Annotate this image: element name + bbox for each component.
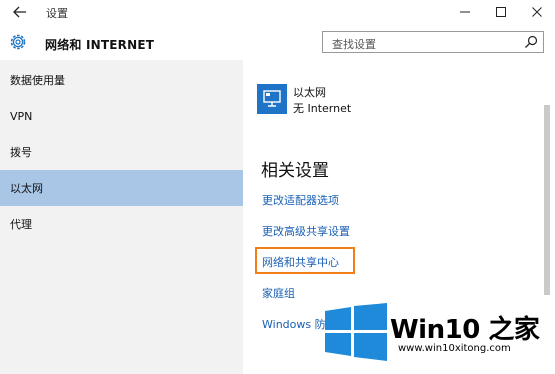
page-header: 网络和 INTERNET 查找设置 [0, 24, 555, 60]
minimize-icon [460, 11, 470, 13]
connection-name: 以太网 [293, 86, 326, 99]
gear-icon [10, 34, 26, 50]
homegroup-link[interactable]: 家庭组 [262, 285, 295, 301]
close-icon [532, 7, 542, 17]
sidebar-item-label: 代理 [10, 218, 32, 231]
window-title: 设置 [46, 7, 68, 20]
title-bar: 设置 [0, 0, 555, 24]
change-advanced-sharing-link[interactable]: 更改高级共享设置 [262, 223, 350, 239]
sidebar-item-data-usage[interactable]: 数据使用量 [0, 62, 243, 98]
search-input[interactable]: 查找设置 [322, 31, 544, 53]
connection-status: 无 Internet [293, 102, 352, 115]
search-placeholder: 查找设置 [332, 38, 376, 51]
sidebar-item-proxy[interactable]: 代理 [0, 206, 243, 242]
scrollbar[interactable] [544, 105, 550, 295]
ethernet-connection-tile[interactable] [257, 84, 287, 114]
sidebar-item-label: 以太网 [10, 182, 43, 195]
page-title: 网络和 INTERNET [45, 38, 155, 52]
sidebar: 数据使用量 VPN 拨号 以太网 代理 [0, 60, 243, 374]
sidebar-item-ethernet[interactable]: 以太网 [0, 170, 243, 206]
maximize-button[interactable] [483, 0, 519, 24]
search-icon[interactable] [523, 34, 539, 50]
sidebar-item-vpn[interactable]: VPN [0, 98, 243, 134]
windows-logo-icon [325, 303, 387, 361]
maximize-icon [496, 7, 506, 17]
sidebar-item-dialup[interactable]: 拨号 [0, 134, 243, 170]
watermark-url: www.win10xitong.com [398, 343, 511, 354]
ethernet-monitor-icon [263, 90, 281, 107]
sidebar-item-label: 数据使用量 [10, 74, 65, 87]
back-arrow-icon [13, 6, 26, 18]
network-sharing-center-link[interactable]: 网络和共享中心 [262, 254, 339, 270]
close-button[interactable] [519, 0, 555, 24]
minimize-button[interactable] [447, 0, 483, 24]
sidebar-item-label: VPN [10, 109, 33, 123]
watermark: Win10 之家 www.win10xitong.com [320, 295, 555, 374]
watermark-brand: Win10 之家 [390, 315, 540, 345]
sidebar-item-label: 拨号 [10, 146, 32, 159]
change-adapter-options-link[interactable]: 更改适配器选项 [262, 192, 339, 208]
related-settings-heading: 相关设置 [261, 161, 329, 181]
back-button[interactable] [6, 0, 34, 24]
